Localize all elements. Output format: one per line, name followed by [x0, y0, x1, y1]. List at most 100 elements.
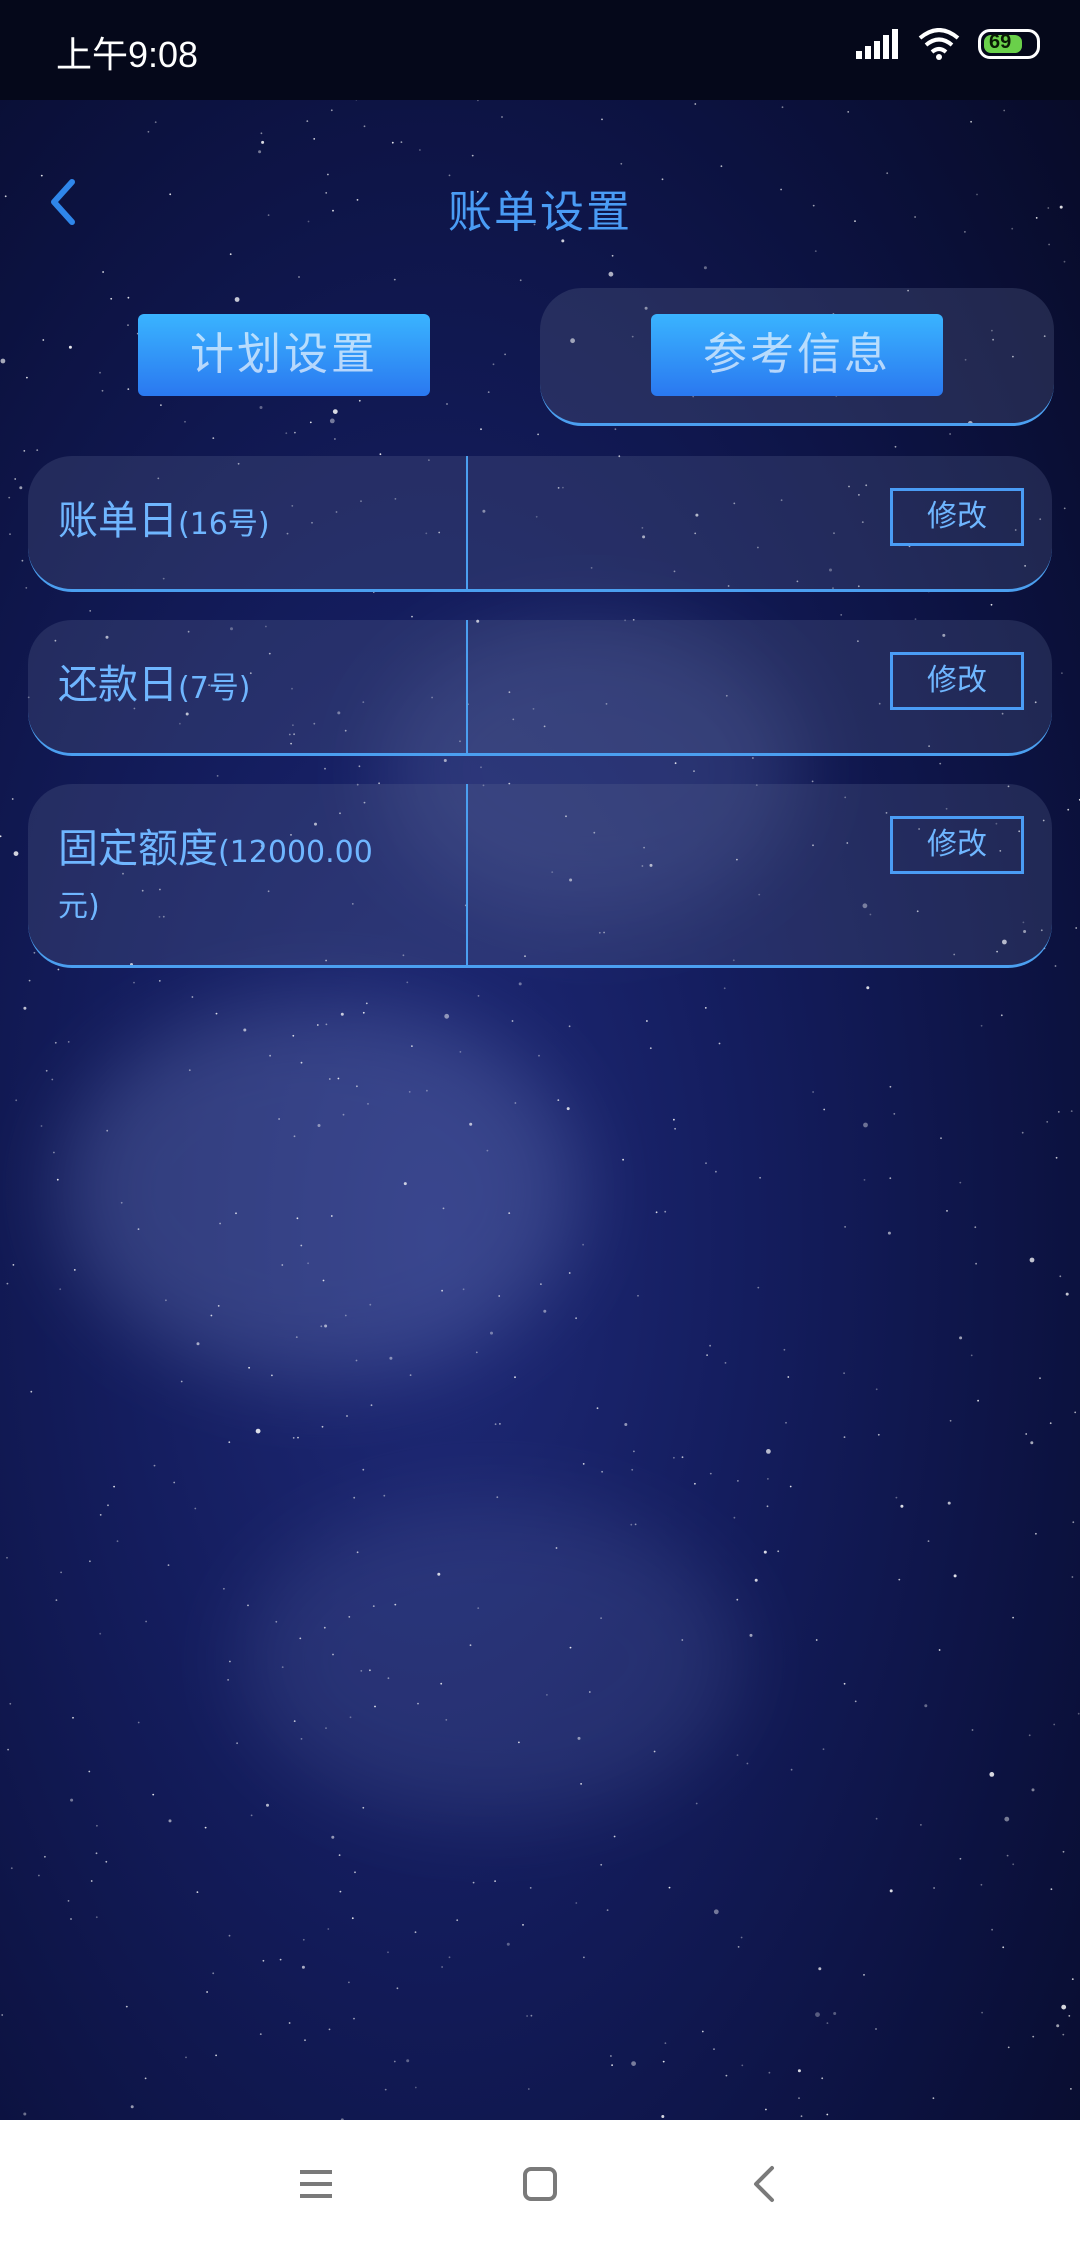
star	[152, 1793, 155, 1796]
page-title: 账单设置	[448, 187, 632, 238]
star	[815, 1639, 818, 1641]
star	[448, 1956, 451, 1959]
star	[514, 1376, 516, 1379]
star	[538, 1054, 540, 1057]
star	[266, 1803, 269, 1807]
star	[543, 1309, 547, 1313]
star	[297, 1436, 299, 1439]
app-screen: 上午9:08 69 账单设置 计划设置 参考信息 账单日(16号) 修改 还款日…	[0, 0, 1080, 2248]
star	[23, 2112, 27, 2116]
star	[933, 1887, 935, 1889]
star	[970, 1354, 973, 1357]
star	[608, 271, 614, 277]
star	[437, 1572, 441, 1576]
star	[288, 2022, 291, 2024]
star	[821, 2077, 824, 2080]
back-icon[interactable]	[734, 2152, 798, 2216]
star	[777, 1550, 780, 1553]
star	[400, 141, 403, 144]
row-divider	[466, 456, 468, 589]
star	[59, 1288, 62, 1291]
edit-repayment-day-button[interactable]: 修改	[890, 652, 1024, 710]
tab-plan-settings[interactable]: 计划设置	[138, 314, 430, 396]
setting-row-bill-day: 账单日(16号) 修改	[28, 456, 1052, 592]
star	[759, 1176, 761, 1179]
star	[537, 433, 539, 436]
star	[823, 1108, 826, 1111]
star	[875, 1388, 878, 1391]
star	[334, 438, 336, 440]
star	[844, 1226, 846, 1228]
star	[622, 1158, 624, 1161]
star	[339, 1890, 342, 1893]
star	[610, 2055, 612, 2057]
star	[737, 1480, 739, 1482]
star	[130, 2105, 134, 2109]
star	[889, 1085, 892, 1088]
star	[15, 1099, 18, 1102]
star	[99, 1514, 102, 1516]
setting-label-text: 固定额度	[58, 826, 218, 872]
star	[506, 1942, 510, 1946]
star	[582, 1463, 585, 1465]
star	[741, 2064, 744, 2067]
star	[611, 254, 614, 257]
star	[33, 951, 36, 954]
star	[812, 1091, 814, 1093]
star	[107, 1504, 109, 1507]
star	[588, 1691, 591, 1693]
star	[1075, 927, 1078, 929]
status-icons: 69	[856, 28, 1040, 60]
star	[393, 278, 396, 281]
star	[325, 1023, 328, 1026]
star	[191, 996, 194, 998]
star	[843, 1372, 845, 1375]
home-icon[interactable]	[508, 2152, 572, 2216]
edit-fixed-limit-button[interactable]: 修改	[890, 816, 1024, 874]
star	[228, 1441, 231, 1444]
star	[975, 1262, 977, 1265]
star	[633, 1450, 635, 1453]
star	[606, 1909, 609, 1911]
star	[569, 1646, 572, 1649]
star	[144, 2077, 147, 2080]
star	[575, 1317, 577, 1320]
star	[1021, 1131, 1024, 1134]
star	[440, 1682, 443, 1685]
star	[113, 1485, 115, 1488]
star	[362, 1806, 365, 1809]
star	[889, 1889, 893, 1893]
star	[826, 2113, 829, 2116]
star	[843, 1436, 846, 1438]
star	[30, 1390, 33, 1393]
menu-icon[interactable]	[284, 2152, 348, 2216]
star	[324, 767, 326, 770]
star	[959, 1181, 962, 1184]
star	[715, 1170, 717, 1173]
star	[228, 1934, 231, 1937]
star	[768, 2071, 771, 2074]
star	[766, 1505, 769, 1508]
star	[1061, 672, 1063, 674]
star	[236, 1742, 239, 1745]
star	[932, 2097, 935, 2100]
tab-reference-info[interactable]: 参考信息	[651, 314, 943, 396]
star	[414, 1931, 417, 1934]
star	[924, 1704, 928, 1708]
star	[370, 1404, 373, 1407]
star	[946, 1210, 948, 1212]
star	[1012, 1616, 1014, 1619]
row-divider	[466, 784, 468, 965]
star	[664, 1210, 667, 1213]
star	[11, 798, 14, 800]
star	[223, 1587, 225, 1590]
star	[324, 1324, 328, 1328]
star	[72, 1716, 74, 1719]
star	[293, 1135, 296, 1138]
star	[970, 120, 972, 123]
edit-bill-day-button[interactable]: 修改	[890, 488, 1024, 546]
star	[898, 1578, 901, 1581]
star	[300, 1244, 303, 1247]
star	[815, 2012, 820, 2017]
star	[1025, 1433, 1028, 1435]
